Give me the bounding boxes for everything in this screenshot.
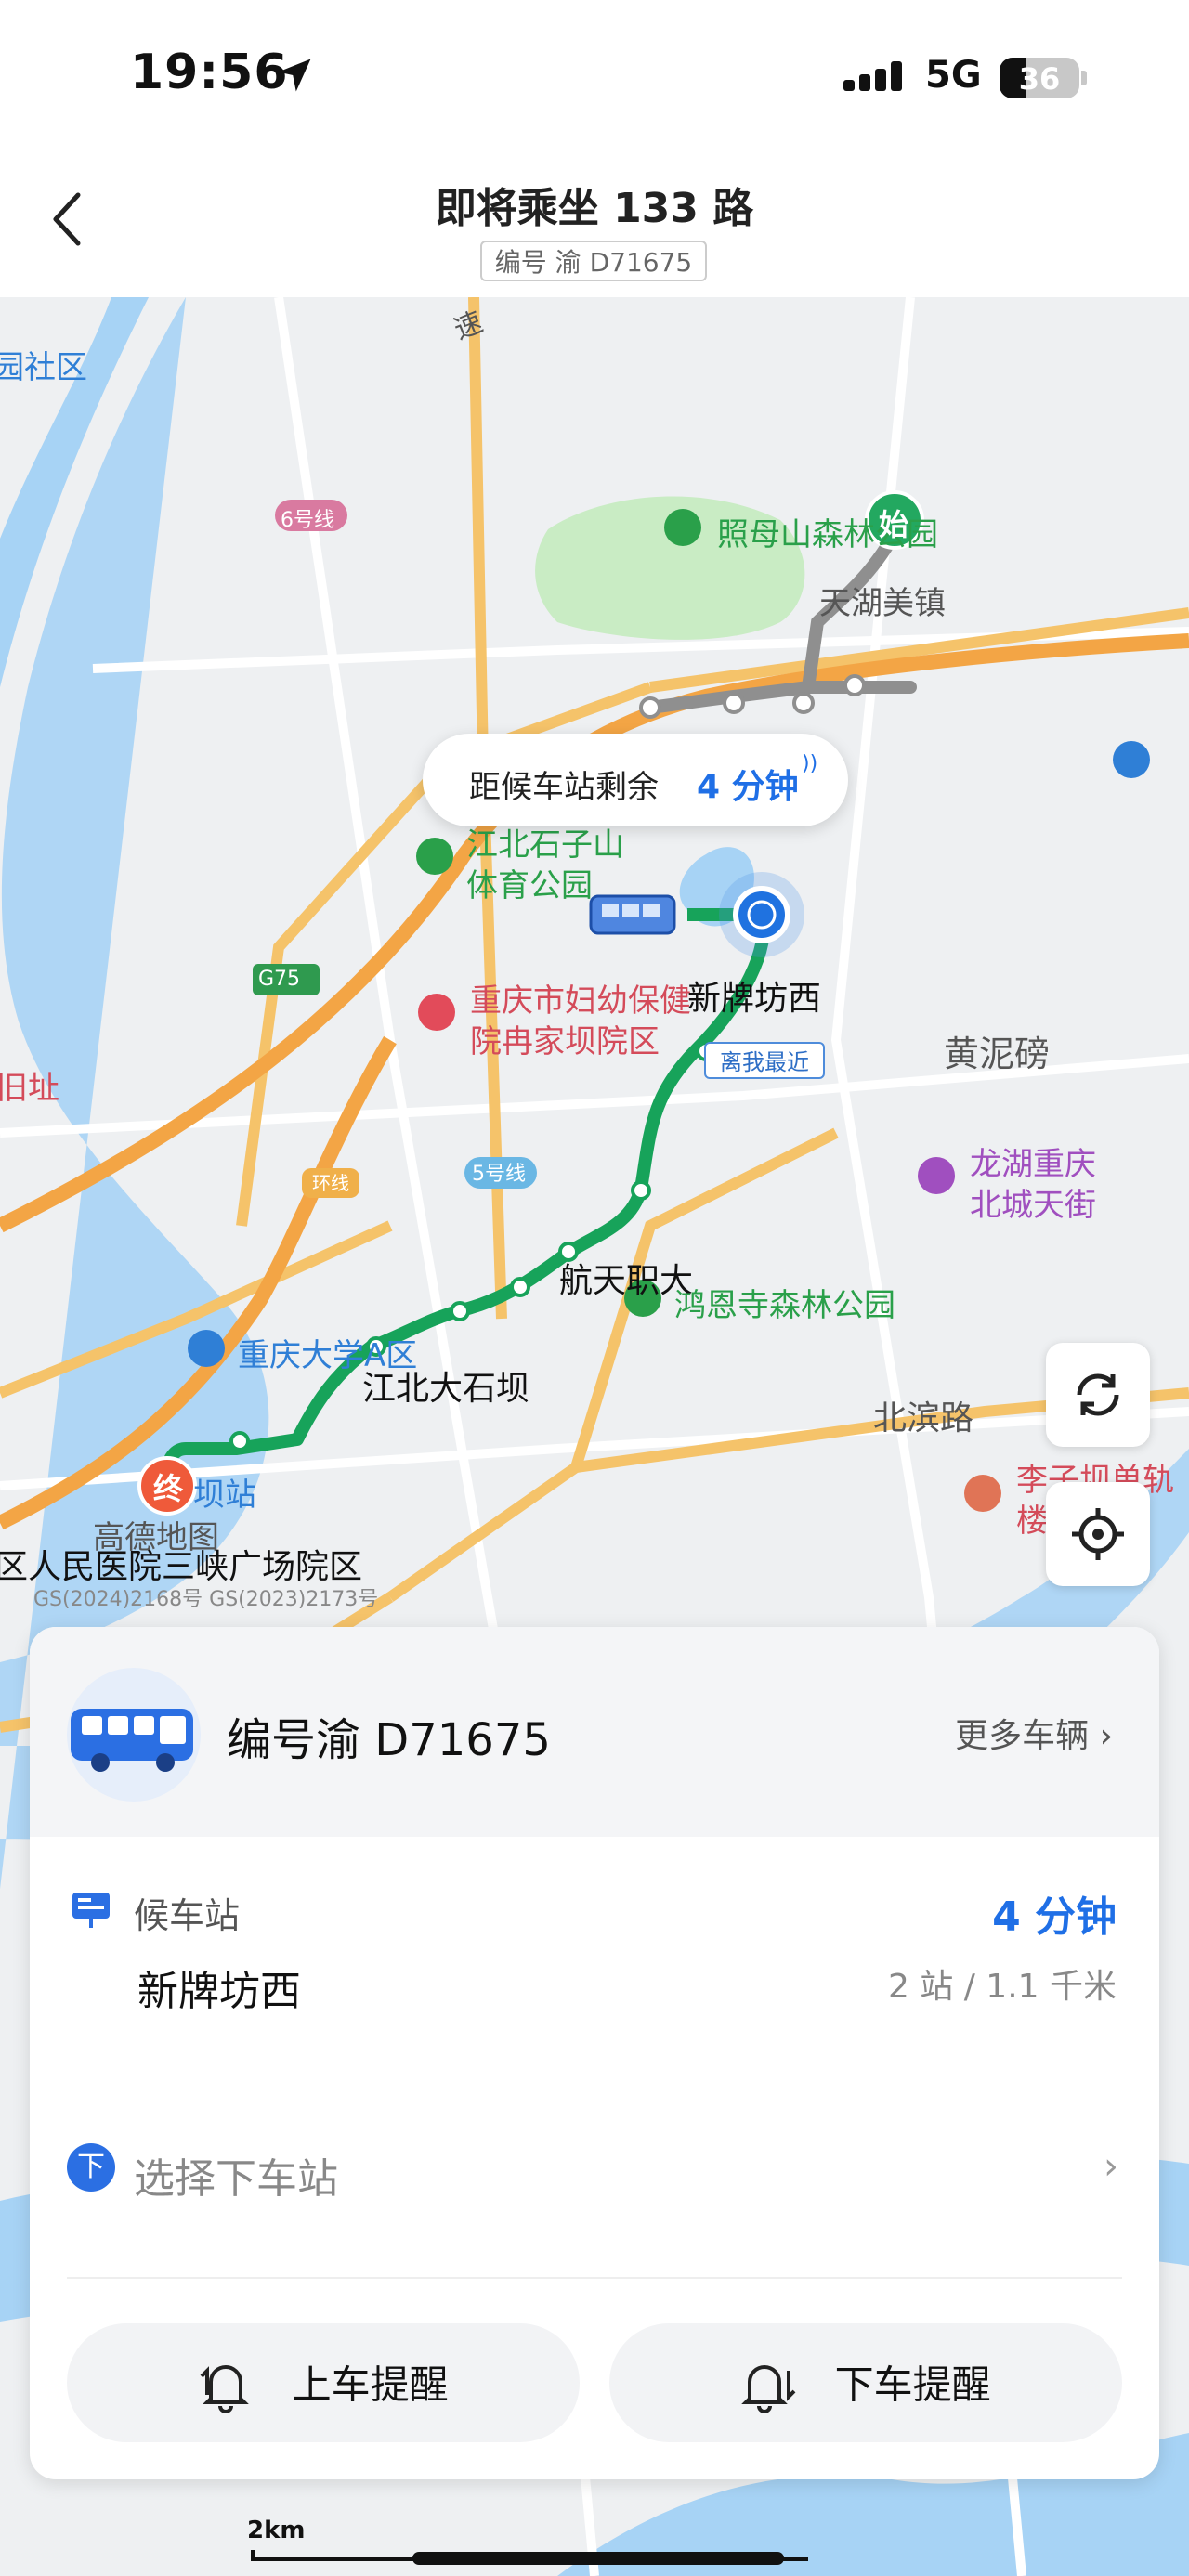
choose-alight-stop[interactable]: 选择下车站: [134, 2145, 338, 2205]
divider: [67, 2277, 1122, 2279]
map-label-stop-c: 坝站: [193, 1477, 256, 1514]
card-header: 编号渝 D71675 更多车辆 ›: [30, 1627, 1159, 1837]
board-reminder-label: 上车提醒: [292, 2361, 449, 2408]
map-label-area: 园社区: [0, 349, 87, 386]
status-bar: 19:56 5G 36: [0, 0, 1189, 158]
map-label-ruins: 旧址: [0, 1070, 59, 1107]
metro-5-badge: 5号线: [472, 1163, 526, 1186]
map-label-area-hnb: 黄泥磅: [944, 1034, 1051, 1074]
map-label-current-stop: 新牌坊西: [687, 980, 822, 1018]
battery-icon: 36: [1000, 58, 1079, 98]
nav-bar: 即将乘坐 133 路 编号 渝 D71675: [0, 158, 1189, 297]
network-label: 5G: [925, 54, 982, 97]
alight-badge: 下: [67, 2143, 115, 2192]
bus-icon: [71, 1709, 193, 1772]
bus-info-card: 编号渝 D71675 更多车辆 › 候车站 新牌坊西 4 分钟 2 站 / 1.…: [30, 1627, 1159, 2479]
nearest-tag: 离我最近: [704, 1042, 825, 1079]
map-label-station-b: 楼: [1016, 1503, 1048, 1540]
realtime-icon: )): [802, 752, 818, 775]
board-reminder-button[interactable]: 上车提醒: [67, 2323, 580, 2442]
bus-avatar: [67, 1668, 201, 1802]
battery-level: 36: [1018, 61, 1061, 97]
map-label-road: 北滨路: [873, 1399, 974, 1438]
alight-bell-icon: [741, 2364, 796, 2413]
stop-type-label: 候车站: [134, 1895, 241, 1936]
map-label-hospital-b: 院冉家坝院区: [470, 1023, 660, 1060]
metro-6-badge: 6号线: [281, 509, 334, 532]
map-label-park2b: 体育公园: [466, 867, 593, 904]
arrival-distance: 2 站 / 1.1 千米: [887, 1968, 1117, 2006]
locate-icon: [1072, 1508, 1124, 1560]
chevron-right-icon[interactable]: ›: [1104, 2145, 1118, 2188]
start-badge: 始: [879, 507, 909, 542]
map-label-stop-b: 江北大石坝: [362, 1370, 530, 1408]
locate-button[interactable]: [1046, 1482, 1150, 1586]
map-copyright: GS(2024)2168号 GS(2023)2173号: [33, 1588, 379, 1611]
arrival-eta: 4 分钟: [992, 1893, 1117, 1941]
map-scale-label: 2km: [247, 2517, 306, 2544]
map-label-hospital2: 区人民医院三峡广场院区: [0, 1548, 363, 1586]
page-title: 即将乘坐 133 路: [435, 185, 754, 232]
end-badge: 终: [153, 1471, 184, 1506]
location-arrow-icon: [278, 59, 311, 92]
plate-tag: 编号 渝 D71675: [480, 241, 707, 281]
map-label-park3: 鸿恩寺森林公园: [674, 1287, 895, 1324]
home-indicator: [412, 2552, 784, 2565]
ring-badge: 环线: [312, 1172, 349, 1194]
more-vehicles-link[interactable]: 更多车辆 ›: [955, 1709, 1113, 1757]
map-label-mall: 龙湖重庆: [970, 1146, 1096, 1183]
more-vehicles-label: 更多车辆: [955, 1717, 1090, 1755]
eta-bubble: 距候车站剩余 4 分钟 )): [423, 734, 848, 826]
status-time: 19:56: [130, 45, 289, 100]
g75-badge: G75: [258, 968, 301, 991]
map-label-mall-b: 北城天街: [970, 1187, 1096, 1224]
eta-bubble-prefix: 距候车站剩余: [469, 769, 659, 806]
bus-stop-icon: [72, 1893, 110, 1928]
refresh-icon: [1077, 1373, 1119, 1416]
alight-reminder-button[interactable]: 下车提醒: [609, 2323, 1122, 2442]
board-bell-icon: [200, 2364, 250, 2413]
alight-reminder-label: 下车提醒: [834, 2361, 991, 2408]
map-scale: 2km: [247, 2517, 305, 2544]
signal-icon: [843, 61, 907, 91]
eta-bubble-time: 4 分钟: [697, 768, 799, 806]
map-label-stop-a: 航天职大: [559, 1262, 694, 1300]
refresh-button[interactable]: [1046, 1343, 1150, 1447]
map-label-hospital: 重庆市妇幼保健: [470, 982, 691, 1020]
boarding-stop-name: 新牌坊西: [137, 1968, 301, 2015]
map-label-town: 天湖美镇: [819, 585, 946, 622]
bus-plate: 编号渝 D71675: [227, 1714, 551, 1766]
